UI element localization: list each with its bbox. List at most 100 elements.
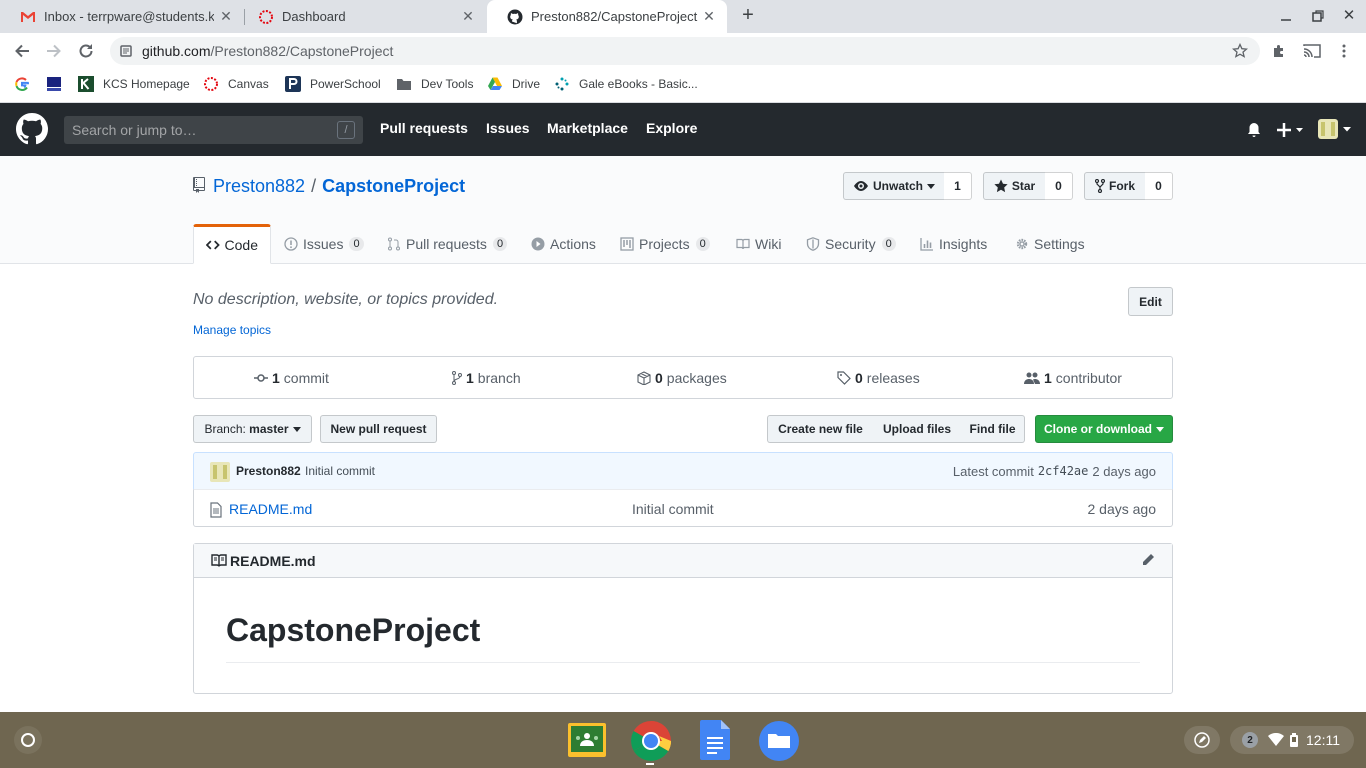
commits-link[interactable]: 1 commit xyxy=(254,357,329,398)
releases-label: releases xyxy=(866,369,920,386)
tab-settings[interactable]: Settings xyxy=(1015,224,1085,264)
readme-title: README.md xyxy=(230,553,316,569)
bookmark-star-icon[interactable] xyxy=(1232,43,1248,59)
watchers-count[interactable]: 1 xyxy=(944,172,972,200)
issue-opened-icon xyxy=(284,237,298,251)
github-logo-icon[interactable] xyxy=(16,113,48,145)
google-classroom-icon[interactable] xyxy=(567,721,607,759)
bookmark-powerschool[interactable]: PowerSchool xyxy=(285,69,381,99)
branch-prefix: Branch: xyxy=(204,422,246,436)
tag-icon xyxy=(837,370,851,385)
unwatch-button[interactable]: Unwatch xyxy=(843,172,945,200)
tab-gmail[interactable]: Inbox - terrpware@students.k12 ✕ xyxy=(0,0,244,33)
github-header: Search or jump to… / Pull requests Issue… xyxy=(0,103,1366,156)
more-menu-icon[interactable] xyxy=(1340,43,1348,59)
new-pull-request-button[interactable]: New pull request xyxy=(320,415,437,443)
find-file-button[interactable]: Find file xyxy=(961,415,1025,443)
commit-author-link[interactable]: Preston882 xyxy=(236,464,301,478)
releases-link[interactable]: 0 releases xyxy=(837,357,920,398)
close-icon[interactable]: ✕ xyxy=(460,8,476,24)
cast-icon[interactable] xyxy=(1303,43,1321,59)
bookmark-label: KCS Homepage xyxy=(103,77,190,91)
files-app-icon[interactable] xyxy=(758,720,800,762)
tab-actions[interactable]: Actions xyxy=(531,224,596,264)
branches-link[interactable]: 1 branch xyxy=(452,357,521,398)
tab-code[interactable]: Code xyxy=(193,224,271,264)
chrome-icon[interactable] xyxy=(630,720,672,762)
packages-link[interactable]: 0 packages xyxy=(637,357,727,398)
restore-icon[interactable] xyxy=(1310,8,1326,24)
stylus-tools-button[interactable] xyxy=(1184,726,1220,754)
star-button[interactable]: Star xyxy=(983,172,1046,200)
bookmark-label: Canvas xyxy=(228,77,269,91)
bookmark-drive[interactable]: Drive xyxy=(487,69,540,99)
minimize-icon[interactable] xyxy=(1278,8,1294,24)
clone-or-download-button[interactable]: Clone or download xyxy=(1035,415,1173,443)
repo-name-link[interactable]: CapstoneProject xyxy=(322,176,465,197)
tab-github[interactable]: Preston882/CapstoneProject ✕ xyxy=(487,0,727,33)
tab-wiki[interactable]: Wiki xyxy=(736,224,781,264)
repo-owner-link[interactable]: Preston882 xyxy=(213,176,305,197)
commit-icon xyxy=(254,373,268,382)
tab-pull-requests[interactable]: Pull requests 0 xyxy=(387,224,508,264)
tab-issues[interactable]: Issues 0 xyxy=(284,224,364,264)
kcs-icon xyxy=(78,76,94,92)
upload-files-button[interactable]: Upload files xyxy=(873,415,962,443)
new-tab-button[interactable]: + xyxy=(738,5,758,27)
forward-arrow-icon[interactable] xyxy=(45,42,63,60)
manage-topics-link[interactable]: Manage topics xyxy=(193,323,271,337)
releases-count: 0 xyxy=(855,369,863,386)
tab-insights[interactable]: Insights xyxy=(920,224,987,264)
file-name-link[interactable]: README.md xyxy=(229,501,312,517)
nav-pull-requests[interactable]: Pull requests xyxy=(380,120,468,136)
create-new-file-button[interactable]: Create new file xyxy=(767,415,874,443)
shield-icon xyxy=(806,237,820,251)
tab-projects[interactable]: Projects 0 xyxy=(620,224,710,264)
page-info-icon[interactable] xyxy=(120,45,132,57)
tab-dashboard[interactable]: Dashboard ✕ xyxy=(238,0,486,33)
bookmark-folder-dev-tools[interactable]: Dev Tools xyxy=(396,69,473,99)
reload-icon[interactable] xyxy=(77,42,95,60)
nav-issues[interactable]: Issues xyxy=(486,120,530,136)
system-tray[interactable]: 2 12:11 xyxy=(1230,726,1354,754)
user-avatar-dropdown[interactable] xyxy=(1318,119,1352,139)
commit-sha-link[interactable]: 2cf42ae xyxy=(1038,464,1089,479)
stargazers-count[interactable]: 0 xyxy=(1045,172,1073,200)
tab-label: Insights xyxy=(939,236,988,252)
nav-explore[interactable]: Explore xyxy=(646,120,697,136)
bookmark-google[interactable] xyxy=(14,69,39,99)
search-placeholder: Search or jump to… xyxy=(72,122,197,138)
google-docs-icon[interactable] xyxy=(700,720,730,760)
launcher-button[interactable] xyxy=(14,726,42,754)
commit-message-link[interactable]: Initial commit xyxy=(305,464,375,478)
pencil-icon[interactable] xyxy=(1141,553,1155,567)
chromeos-shelf: 2 12:11 xyxy=(0,712,1366,768)
contributors-link[interactable]: 1 contributor xyxy=(1024,357,1122,398)
forks-count[interactable]: 0 xyxy=(1145,172,1173,200)
tab-label: Issues xyxy=(303,236,344,252)
bookmark-kcs-homepage[interactable]: KCS Homepage xyxy=(78,69,190,99)
close-icon[interactable]: ✕ xyxy=(701,8,717,24)
close-icon[interactable]: ✕ xyxy=(218,8,234,24)
edit-description-button[interactable]: Edit xyxy=(1128,287,1173,316)
github-search-input[interactable]: Search or jump to… / xyxy=(64,116,363,144)
bookmark-canvas[interactable]: Canvas xyxy=(203,69,269,99)
bookmark-site[interactable] xyxy=(46,69,71,99)
repo-header: Preston882 / CapstoneProject Unwatch 1 S… xyxy=(0,156,1366,264)
commits-label: commit xyxy=(283,369,329,386)
window-close-icon[interactable]: ✕ xyxy=(1341,8,1357,24)
bookmark-gale-ebooks[interactable]: Gale eBooks - Basic... xyxy=(554,69,698,99)
notification-bell-icon[interactable] xyxy=(1246,122,1262,138)
nav-marketplace[interactable]: Marketplace xyxy=(547,120,628,136)
extensions-icon[interactable] xyxy=(1271,43,1287,59)
avatar[interactable] xyxy=(210,462,230,482)
tab-security[interactable]: Security 0 xyxy=(806,224,896,264)
address-bar[interactable]: github.com/Preston882/CapstoneProject xyxy=(110,37,1260,65)
create-new-dropdown-icon[interactable] xyxy=(1277,122,1305,138)
star-icon xyxy=(994,179,1008,193)
back-arrow-icon[interactable] xyxy=(13,42,31,60)
branch-select-button[interactable]: Branch: master xyxy=(193,415,312,443)
tab-title: Inbox - terrpware@students.k12 xyxy=(44,9,214,24)
file-commit-message-link[interactable]: Initial commit xyxy=(632,501,714,517)
fork-button[interactable]: Fork xyxy=(1084,172,1146,200)
